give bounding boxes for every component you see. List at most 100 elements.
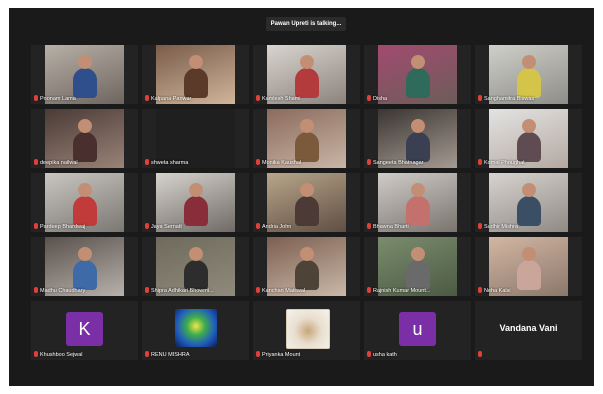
participant-name-label: Priyanka Mount [256,351,357,359]
muted-mic-icon [256,95,260,101]
participant-name: Kalpana Panwar [151,96,192,102]
participant-tile[interactable]: u usha kath [364,301,471,360]
muted-mic-icon [145,351,149,357]
participant-figure [516,247,541,290]
muted-mic-icon [145,95,149,101]
participant-name-label: Kalpana Panwar [145,95,246,103]
participant-figure [72,55,97,98]
muted-mic-icon [256,287,260,293]
participant-initial-avatar: u [399,312,436,346]
participant-name: Neha Kalsi [484,288,511,294]
participant-tile[interactable]: K Khushboo Sejwal [31,301,138,360]
participant-name: Shipra Adhikari Bhowmi... [151,288,214,294]
muted-mic-icon [478,223,482,229]
participant-display-name: Vandana Vani [499,323,558,333]
participant-tile[interactable]: Kalpana Panwar [142,45,249,104]
participant-name-label: Sanghamitra Biswas [478,95,579,103]
participant-tile[interactable]: Sanghamitra Biswas [475,45,582,104]
participant-name-label: Rajnish Kumar Mount... [367,287,468,295]
muted-mic-icon [34,159,38,165]
participant-tile[interactable]: Sudhir Mishra [475,173,582,232]
participant-name-label: RENU MISHRA [145,351,246,359]
participant-name: Khushboo Sejwal [40,352,83,358]
active-speaker-banner: Pawan Upreti is talking... [266,17,346,31]
participant-tile[interactable]: Kamlesh Shami [253,45,360,104]
participant-tile[interactable]: shweta sharma [142,109,249,168]
participant-name: deepika nailwal [40,160,78,166]
participant-tile[interactable]: Jaya Sernatt [142,173,249,232]
participant-figure [294,55,319,98]
participant-initial-avatar: K [66,312,103,346]
participant-name: Pardeep Bhardwaj [40,224,86,230]
participant-tile[interactable]: Disha [364,45,471,104]
participant-name-label: Kanchan Maiswal [256,287,357,295]
profile-picture [175,309,217,347]
participant-figure [405,119,430,162]
muted-mic-icon [145,287,149,293]
participant-name: Sangeeta Bhatnagar [373,160,424,166]
participant-figure [294,119,319,162]
participant-name-label: Shipra Adhikari Bhowmi... [145,287,246,295]
muted-mic-icon [367,223,371,229]
participant-name-label: Neha Kalsi [478,287,579,295]
participant-tile[interactable]: RENU MISHRA [142,301,249,360]
participant-name-label: deepika nailwal [34,159,135,167]
muted-mic-icon [478,287,482,293]
participant-name: shweta sharma [151,160,189,166]
participant-name: Kanchan Maiswal [262,288,306,294]
participant-tile[interactable]: Poonam Lama [31,45,138,104]
participant-tile[interactable]: Neha Kalsi [475,237,582,296]
participant-name: Andria John [262,224,292,230]
participant-tile[interactable]: Madhu Chaudhary [31,237,138,296]
participant-name-label: Disha [367,95,468,103]
muted-mic-icon [256,159,260,165]
muted-mic-icon [367,95,371,101]
participant-name: Disha [373,96,388,102]
muted-mic-icon [478,159,482,165]
participant-tile[interactable]: Kanchan Maiswal [253,237,360,296]
muted-mic-icon [145,223,149,229]
participant-figure [294,247,319,290]
participant-tile[interactable]: Andria John [253,173,360,232]
participant-figure [72,247,97,290]
participant-tile[interactable]: Vandana Vani [475,301,582,360]
participant-name-label: Poonam Lama [34,95,135,103]
participant-figure [516,183,541,226]
participant-figure [183,247,208,290]
participant-name-label: Sudhir Mishra [478,223,579,231]
participant-name-label: Monika Kaushal [256,159,357,167]
participant-tile[interactable]: Bhawna Bharti [364,173,471,232]
participant-name-label: Bhawna Bharti [367,223,468,231]
participant-gallery: Poonam Lama Kalpana Panwar Kamlesh Shami Di… [31,45,582,366]
participant-figure [405,183,430,226]
muted-mic-icon [145,159,149,165]
participant-name-label: Khushboo Sejwal [34,351,135,359]
participant-tile[interactable]: Shipra Adhikari Bhowmi... [142,237,249,296]
participant-name-label: Jaya Sernatt [145,223,246,231]
participant-name: usha kath [373,352,397,358]
participant-name-label: shweta sharma [145,159,246,167]
participant-name: Bhawna Bharti [373,224,409,230]
participant-tile[interactable]: deepika nailwal [31,109,138,168]
participant-name: Jaya Sernatt [151,224,182,230]
participant-figure [72,183,97,226]
muted-mic-icon [478,95,482,101]
participant-tile[interactable]: Pardeep Bhardwaj [31,173,138,232]
participant-name-label: Madhu Chaudhary [34,287,135,295]
participant-tile[interactable]: Sangeeta Bhatnagar [364,109,471,168]
participant-tile[interactable]: Monika Kaushal [253,109,360,168]
participant-figure [183,55,208,98]
participant-name-label: Andria John [256,223,357,231]
participant-figure [183,183,208,226]
participant-name: Komal Phoughat [484,160,525,166]
participant-name: Madhu Chaudhary [40,288,86,294]
participant-figure [516,55,541,98]
muted-mic-icon [34,95,38,101]
participant-name-label [478,351,579,359]
participant-name: Rajnish Kumar Mount... [373,288,431,294]
participant-tile[interactable]: Komal Phoughat [475,109,582,168]
participant-name-label: usha kath [367,351,468,359]
participant-tile[interactable]: Priyanka Mount [253,301,360,360]
participant-tile[interactable]: Rajnish Kumar Mount... [364,237,471,296]
muted-mic-icon [34,351,38,357]
